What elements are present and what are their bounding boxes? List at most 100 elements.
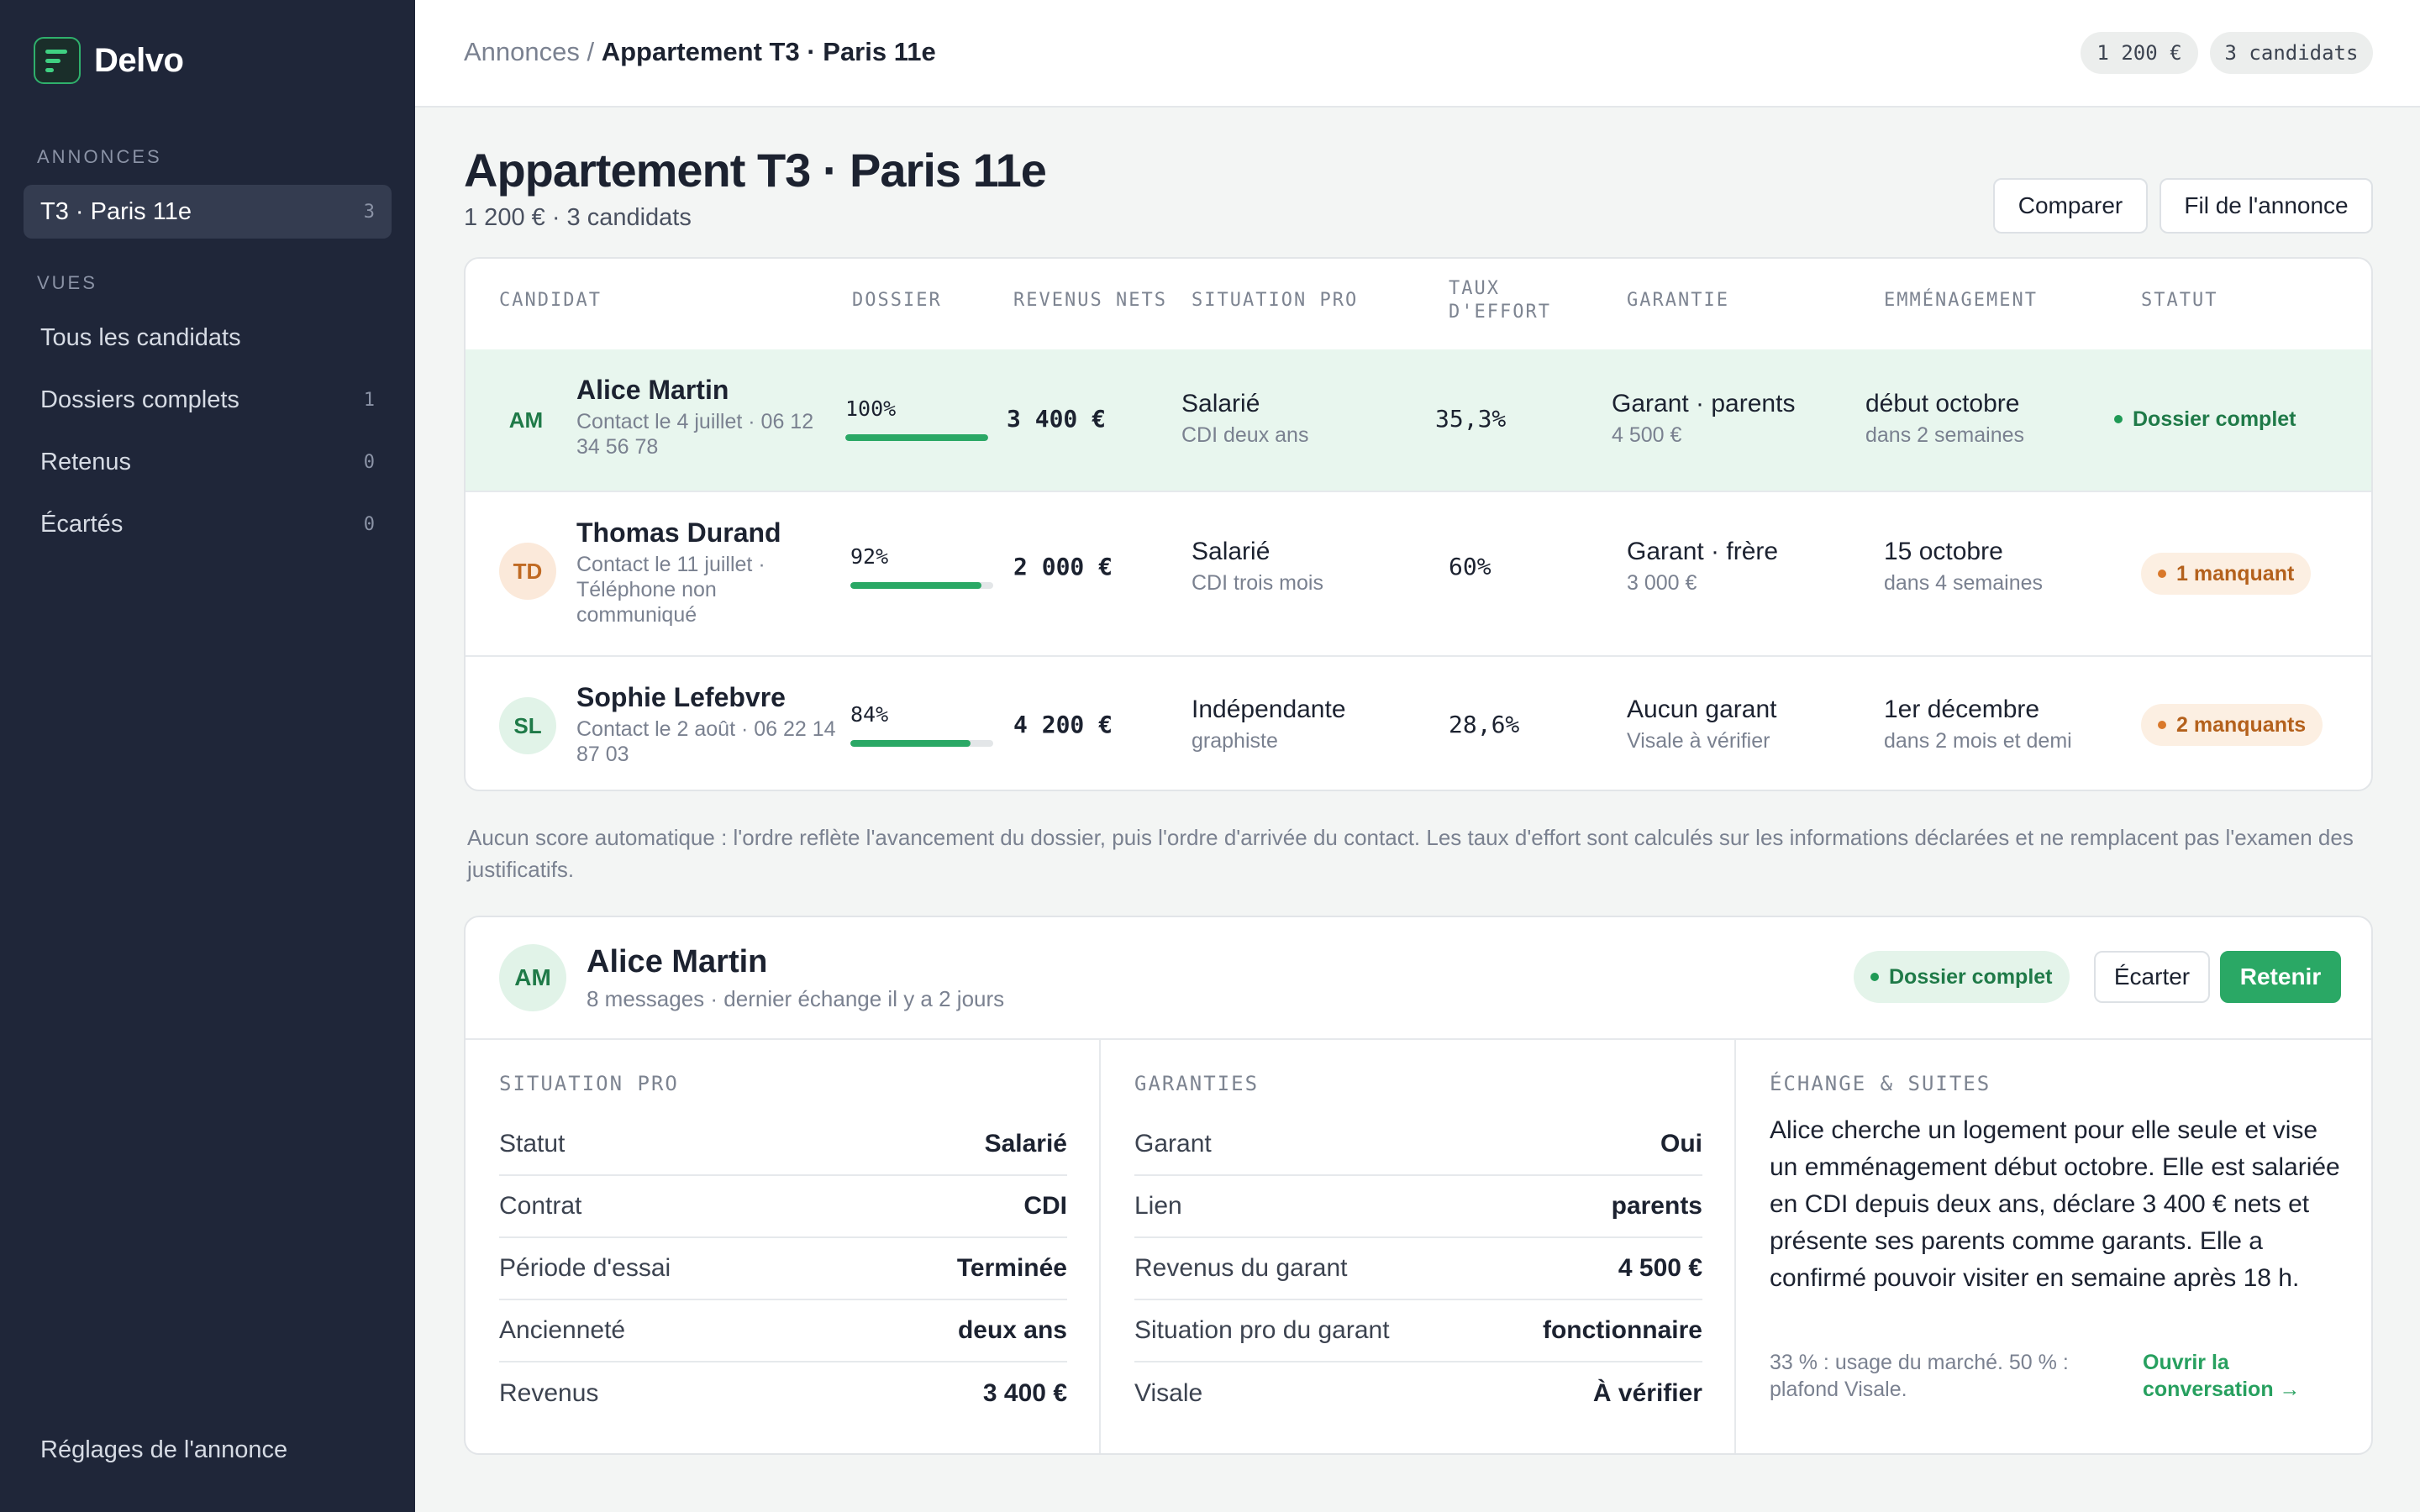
candidate-cell: Sophie Lefebvre Contact le 2 août · 06 2… (576, 682, 842, 767)
breadcrumb-root[interactable]: Annonces (464, 37, 580, 66)
dossier-progress (850, 740, 993, 747)
garantie-value: Aucun garant (1627, 696, 1777, 723)
dossier-cell: 92% (850, 544, 993, 589)
avatar: AM (499, 944, 566, 1011)
sidebar-item-count: 0 (363, 451, 375, 473)
status-label: 2 manquants (2176, 712, 2307, 737)
garanties-title: GARANTIES (1134, 1072, 1260, 1095)
kv-row: Visale À vérifier (1134, 1362, 1702, 1425)
taux-value: 60% (1449, 553, 1491, 580)
kv-key: Contrat (499, 1192, 582, 1220)
situation-sub: CDI deux ans (1181, 423, 1309, 447)
emmenagement-value: début octobre (1865, 390, 2020, 417)
sidebar: Delvo ANNONCES T3 · Paris 11e 3 VUES Tou… (0, 0, 415, 1512)
candidate-name: Sophie Lefebvre (576, 682, 786, 712)
candidate-contact: Contact le 2 août · 06 22 14 87 03 (576, 717, 836, 766)
sidebar-item-label: Tous les candidats (40, 323, 241, 351)
status-badge: Dossier complet (2114, 398, 2313, 440)
sidebar-item-ecartes[interactable]: Écartés 0 (24, 497, 392, 551)
col-taux-line1: TAUX (1449, 278, 1500, 299)
kv-value: deux ans (957, 1316, 1067, 1344)
dossier-progress-fill (850, 582, 982, 589)
situation-value: Salarié (1181, 390, 1260, 417)
revenus-value: 3 400 € (1007, 405, 1107, 433)
status-badge: 1 manquant (2141, 553, 2312, 595)
kv-value: CDI (1023, 1192, 1067, 1220)
kv-value: parents (1611, 1192, 1702, 1220)
kv-key: Visale (1134, 1379, 1203, 1407)
garantie-sub: 4 500 € (1612, 423, 1682, 447)
col-statut: STATUT (2141, 290, 2218, 311)
settings-link[interactable]: Réglages de l'annonce (40, 1436, 287, 1464)
compare-button[interactable]: Comparer (1993, 178, 2148, 234)
status-label: Dossier complet (2133, 407, 2296, 431)
kv-row: Lien parents (1134, 1176, 1702, 1238)
candidate-cell: Thomas Durand Contact le 11 juillet · Té… (576, 517, 829, 627)
status-dot-icon (2158, 721, 2166, 729)
avatar: TD (499, 543, 556, 600)
sidebar-item-count: 1 (363, 389, 375, 411)
status-label: 1 manquant (2176, 561, 2295, 585)
situation-cell: Indépendante graphiste (1192, 696, 1346, 753)
garantie-value: Garant · parents (1612, 390, 1796, 417)
candidate-contact: Contact le 4 juillet · 06 12 34 56 78 (576, 410, 814, 459)
kv-value: 3 400 € (982, 1379, 1067, 1407)
situation-column: SITUATION PRO Statut Salarié Contrat CDI P… (466, 1040, 1101, 1453)
sidebar-item-count: 0 (363, 513, 375, 535)
detail-header: AM Alice Martin 8 messages · dernier éch… (466, 917, 2371, 1040)
sidebar-item-t3-paris[interactable]: T3 · Paris 11e 3 (24, 185, 392, 239)
kv-row: Statut Salarié (499, 1114, 1067, 1176)
kv-row: Contrat CDI (499, 1176, 1067, 1238)
kv-key: Revenus (499, 1379, 599, 1407)
echange-footnote: 33 % : usage du marché. 50 % : plafond V… (1770, 1351, 2069, 1401)
garanties-column: GARANTIES Garant Oui Lien parents Revenus … (1101, 1040, 1736, 1453)
reject-button[interactable]: Écarter (2094, 951, 2210, 1003)
kv-value: Oui (1660, 1130, 1702, 1158)
open-conversation-link[interactable]: Ouvrir la conversation → (2143, 1349, 2336, 1403)
emmenagement-sub: dans 2 semaines (1865, 423, 2025, 447)
dossier-progress-fill (850, 740, 971, 747)
kv-row: Revenus 3 400 € (499, 1362, 1067, 1425)
situation-title: SITUATION PRO (499, 1072, 679, 1095)
kv-row: Situation pro du garant fonctionnaire (1134, 1300, 1702, 1362)
table-row[interactable]: SL Sophie Lefebvre Contact le 2 août · 0… (466, 655, 2371, 790)
candidates-table: CANDIDAT DOSSIER REVENUS NETS SITUATION … (464, 257, 2373, 791)
col-taux-line2: D'EFFORT (1449, 302, 1551, 323)
brand[interactable]: Delvo (34, 37, 184, 84)
dossier-percent: 92% (850, 544, 889, 569)
kv-row: Période d'essai Terminée (499, 1238, 1067, 1300)
situation-value: Salarié (1192, 538, 1270, 565)
garantie-cell: Garant · parents 4 500 € (1612, 390, 1795, 448)
col-emmenagement: EMMÉNAGEMENT (1884, 290, 2038, 311)
kv-key: Garant (1134, 1130, 1212, 1158)
dossier-progress (850, 582, 993, 589)
col-dossier: DOSSIER (852, 290, 942, 311)
breadcrumb: Annonces / Appartement T3 · Paris 11e (464, 37, 936, 67)
thread-button[interactable]: Fil de l'annonce (2160, 178, 2373, 234)
sidebar-item-tous[interactable]: Tous les candidats (24, 311, 392, 365)
avatar: SL (499, 697, 556, 754)
candidate-cell: Alice Martin Contact le 4 juillet · 06 1… (576, 375, 829, 459)
garantie-sub: Visale à vérifier (1627, 729, 1770, 753)
dossier-percent: 100% (845, 396, 897, 421)
table-row[interactable]: AM Alice Martin Contact le 4 juillet · 0… (466, 349, 2371, 491)
garantie-cell: Aucun garant Visale à vérifier (1627, 696, 1776, 753)
retain-button[interactable]: Retenir (2220, 951, 2341, 1003)
garantie-value: Garant · frère (1627, 538, 1779, 565)
table-row[interactable]: TD Thomas Durand Contact le 11 juillet ·… (466, 491, 2371, 655)
emmenagement-cell: 15 octobre dans 4 semaines (1884, 538, 2043, 596)
sidebar-item-label: T3 · Paris 11e (40, 197, 192, 225)
kv-row: Garant Oui (1134, 1114, 1702, 1176)
status-badge: Dossier complet (1854, 951, 2070, 1003)
ranking-note: Aucun score automatique : l'ordre reflèt… (467, 825, 2354, 882)
breadcrumb-current: Appartement T3 · Paris 11e (601, 37, 936, 66)
kv-value: À vérifier (1592, 1379, 1702, 1407)
emmenagement-cell: 1er décembre dans 2 mois et demi (1884, 696, 2072, 753)
status-dot-icon (1870, 973, 1879, 981)
sidebar-item-label: Retenus (40, 448, 132, 475)
taux-value: 35,3% (1435, 405, 1507, 433)
status-label: Dossier complet (1889, 964, 2053, 989)
page-title: Appartement T3 · Paris 11e (464, 144, 1047, 197)
sidebar-item-complets[interactable]: Dossiers complets 1 (24, 373, 392, 427)
sidebar-item-retenus[interactable]: Retenus 0 (24, 435, 392, 489)
